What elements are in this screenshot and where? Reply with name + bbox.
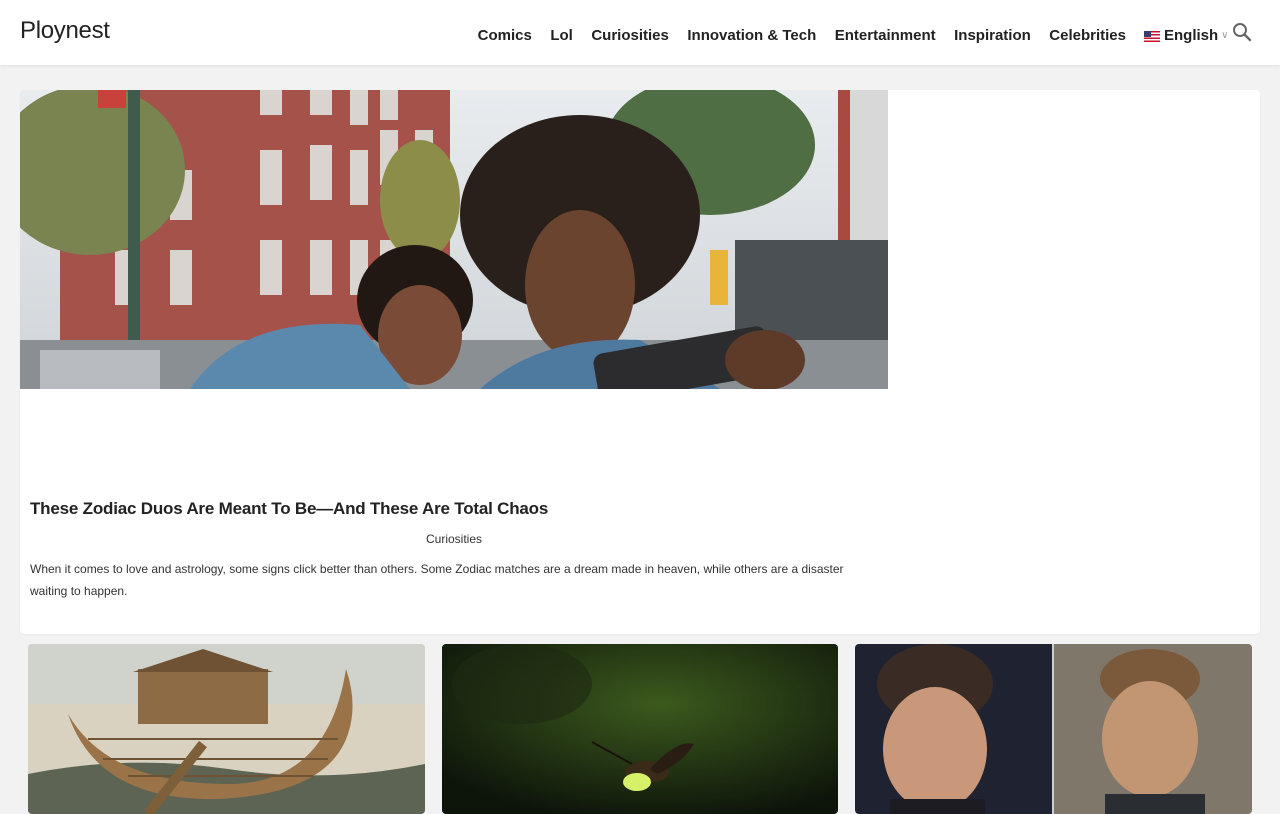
article-card[interactable] [442,644,838,814]
card-image[interactable] [28,644,425,814]
card-image[interactable] [855,644,1252,814]
language-label: English [1164,27,1219,44]
language-selector[interactable]: English ∨ [1144,27,1229,44]
nav-item-entertainment[interactable]: Entertainment [835,27,936,44]
article-card[interactable] [855,644,1252,814]
nav-item-celebrities[interactable]: Celebrities [1049,27,1126,44]
featured-title[interactable]: These Zodiac Duos Are Meant To Be—And Th… [30,499,548,519]
nav-item-innovation-tech[interactable]: Innovation & Tech [687,27,816,44]
search-icon[interactable] [1232,22,1252,42]
featured-article[interactable]: These Zodiac Duos Are Meant To Be—And Th… [20,90,1260,634]
featured-image[interactable] [20,90,888,389]
main-nav: Comics Lol Curiosities Innovation & Tech… [459,27,1126,44]
article-card[interactable] [28,644,425,814]
nav-item-inspiration[interactable]: Inspiration [954,27,1031,44]
nav-item-lol[interactable]: Lol [550,27,573,44]
site-logo[interactable]: Ploynest [20,17,110,45]
featured-category[interactable]: Curiosities [20,532,888,546]
chevron-down-icon: ∨ [1221,30,1229,41]
us-flag-icon [1144,30,1160,42]
site-header: Ploynest Comics Lol Curiosities Innovati… [0,0,1280,65]
nav-item-curiosities[interactable]: Curiosities [591,27,669,44]
featured-excerpt: When it comes to love and astrology, som… [30,562,844,598]
card-image[interactable] [442,644,838,814]
nav-item-comics[interactable]: Comics [478,27,532,44]
